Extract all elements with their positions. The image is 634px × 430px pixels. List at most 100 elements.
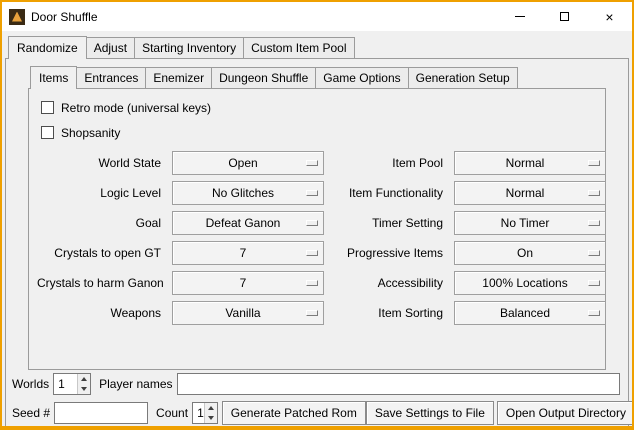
player-names-label: Player names — [99, 377, 172, 391]
dropdown-indicator-icon — [306, 310, 318, 316]
dropdown-indicator-icon — [588, 310, 600, 316]
worlds-increment-button[interactable] — [78, 374, 90, 384]
worlds-stepper-arrows — [77, 374, 90, 394]
tab-enemizer[interactable]: Enemizer — [145, 67, 212, 88]
dropdown-indicator-icon — [588, 250, 600, 256]
goal-label: Goal — [37, 216, 167, 230]
tab-starting-inventory[interactable]: Starting Inventory — [134, 37, 244, 58]
app-icon — [9, 9, 25, 25]
item-functionality-label: Item Functionality — [329, 186, 449, 200]
crystals-gt-label: Crystals to open GT — [37, 246, 167, 260]
inner-tabbar: Items Entrances Enemizer Dungeon Shuffle… — [28, 66, 606, 88]
seed-label: Seed # — [12, 406, 50, 420]
count-value: 1 — [193, 403, 204, 423]
generate-patched-rom-button[interactable]: Generate Patched Rom — [222, 401, 366, 425]
tab-items[interactable]: Items — [30, 66, 77, 89]
maximize-icon — [560, 12, 569, 21]
weapons-label: Weapons — [37, 306, 167, 320]
item-functionality-value: Normal — [506, 186, 555, 200]
logic-level-dropdown[interactable]: No Glitches — [172, 181, 324, 205]
item-sorting-label: Item Sorting — [329, 306, 449, 320]
count-decrement-button[interactable] — [205, 413, 217, 423]
tab-game-options[interactable]: Game Options — [315, 67, 408, 88]
crystals-ganon-dropdown[interactable]: 7 — [172, 271, 324, 295]
window-title: Door Shuffle — [31, 10, 497, 24]
shopsanity-row: Shopsanity — [41, 120, 597, 145]
close-icon: × — [605, 10, 613, 24]
dropdown-indicator-icon — [588, 280, 600, 286]
world-state-dropdown[interactable]: Open — [172, 151, 324, 175]
shopsanity-checkbox[interactable] — [41, 126, 54, 139]
window-content: Randomize Adjust Starting Inventory Cust… — [2, 31, 632, 430]
item-pool-value: Normal — [506, 156, 555, 170]
dropdown-indicator-icon — [306, 250, 318, 256]
dropdown-indicator-icon — [588, 160, 600, 166]
item-functionality-dropdown[interactable]: Normal — [454, 181, 606, 205]
dropdown-indicator-icon — [588, 190, 600, 196]
count-stepper-arrows — [204, 403, 217, 423]
goal-value: Defeat Ganon — [206, 216, 291, 230]
timer-setting-value: No Timer — [501, 216, 560, 230]
dropdown-indicator-icon — [306, 160, 318, 166]
outer-tabbar: Randomize Adjust Starting Inventory Cust… — [2, 36, 632, 58]
accessibility-label: Accessibility — [329, 276, 449, 290]
chevron-down-icon — [81, 387, 87, 391]
crystals-ganon-label: Crystals to harm Ganon — [37, 276, 167, 290]
progressive-items-dropdown[interactable]: On — [454, 241, 606, 265]
save-settings-button[interactable]: Save Settings to File — [366, 401, 494, 425]
timer-setting-label: Timer Setting — [329, 216, 449, 230]
progressive-items-value: On — [517, 246, 543, 260]
count-increment-button[interactable] — [205, 403, 217, 413]
app-window: Door Shuffle × Randomize Adjust Starting… — [0, 0, 634, 430]
accessibility-dropdown[interactable]: 100% Locations — [454, 271, 606, 295]
tab-generation-setup[interactable]: Generation Setup — [408, 67, 518, 88]
dropdown-indicator-icon — [306, 280, 318, 286]
options-grid: World State Open Item Pool Normal Logic … — [37, 151, 597, 325]
dropdown-indicator-icon — [306, 190, 318, 196]
timer-setting-dropdown[interactable]: No Timer — [454, 211, 606, 235]
chevron-down-icon — [208, 416, 214, 420]
tab-randomize[interactable]: Randomize — [8, 36, 87, 59]
item-pool-dropdown[interactable]: Normal — [454, 151, 606, 175]
dropdown-indicator-icon — [306, 220, 318, 226]
worlds-value: 1 — [54, 374, 77, 394]
progressive-items-label: Progressive Items — [329, 246, 449, 260]
worlds-label: Worlds — [12, 377, 49, 391]
tab-custom-item-pool[interactable]: Custom Item Pool — [243, 37, 354, 58]
weapons-dropdown[interactable]: Vanilla — [172, 301, 324, 325]
maximize-button[interactable] — [542, 2, 587, 31]
worlds-row: Worlds 1 Player names — [12, 373, 622, 395]
tab-dungeon-shuffle[interactable]: Dungeon Shuffle — [211, 67, 316, 88]
logic-level-label: Logic Level — [37, 186, 167, 200]
crystals-gt-dropdown[interactable]: 7 — [172, 241, 324, 265]
world-state-value: Open — [228, 156, 267, 170]
seed-row: Seed # Count 1 Generate Patched Rom Save… — [12, 401, 622, 425]
item-sorting-value: Balanced — [500, 306, 560, 320]
item-pool-label: Item Pool — [329, 156, 449, 170]
retro-mode-checkbox[interactable] — [41, 101, 54, 114]
minimize-icon — [515, 16, 525, 17]
goal-dropdown[interactable]: Defeat Ganon — [172, 211, 324, 235]
logic-level-value: No Glitches — [212, 186, 284, 200]
shopsanity-label: Shopsanity — [61, 126, 120, 140]
randomize-panel: Items Entrances Enemizer Dungeon Shuffle… — [5, 58, 629, 429]
worlds-stepper[interactable]: 1 — [53, 373, 91, 395]
player-names-input[interactable] — [177, 373, 621, 395]
item-sorting-dropdown[interactable]: Balanced — [454, 301, 606, 325]
world-state-label: World State — [37, 156, 167, 170]
worlds-decrement-button[interactable] — [78, 384, 90, 394]
open-output-directory-button[interactable]: Open Output Directory — [497, 401, 634, 425]
items-panel: Retro mode (universal keys) Shopsanity W… — [28, 88, 606, 370]
tab-entrances[interactable]: Entrances — [76, 67, 146, 88]
crystals-gt-value: 7 — [240, 246, 257, 260]
dropdown-indicator-icon — [588, 220, 600, 226]
close-button[interactable]: × — [587, 2, 632, 31]
seed-input[interactable] — [54, 402, 148, 424]
minimize-button[interactable] — [497, 2, 542, 31]
count-label: Count — [156, 406, 188, 420]
count-stepper[interactable]: 1 — [192, 402, 218, 424]
title-bar[interactable]: Door Shuffle × — [2, 2, 632, 31]
tab-adjust[interactable]: Adjust — [86, 37, 135, 58]
weapons-value: Vanilla — [225, 306, 270, 320]
retro-mode-label: Retro mode (universal keys) — [61, 101, 211, 115]
